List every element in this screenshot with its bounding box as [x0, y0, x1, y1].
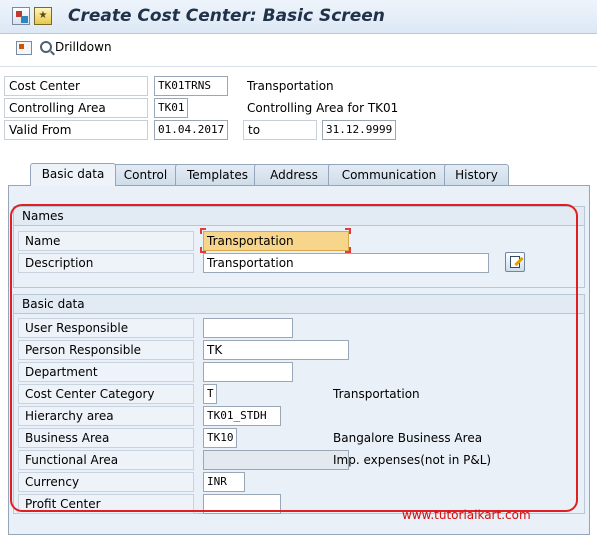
magnifier-icon: [40, 41, 52, 53]
tab-address[interactable]: Address: [254, 164, 334, 185]
tab-communication[interactable]: Communication: [328, 164, 450, 185]
name-label: Name: [18, 231, 194, 251]
currency-input[interactable]: INR: [203, 472, 245, 492]
sap-app-icon[interactable]: [12, 7, 30, 25]
edit-description-icon[interactable]: [505, 252, 525, 272]
other-object-icon[interactable]: [16, 41, 32, 55]
cost-center-category-description: Transportation: [333, 387, 420, 401]
favorites-icon[interactable]: ★: [34, 7, 52, 25]
valid-to-field[interactable]: 31.12.9999: [322, 120, 396, 140]
drilldown-label: Drilldown: [55, 40, 112, 54]
business-area-description: Bangalore Business Area: [333, 431, 483, 445]
tab-templates[interactable]: Templates: [175, 164, 260, 185]
basic-data-heading: Basic data: [14, 295, 584, 314]
user-responsible-input[interactable]: [203, 318, 293, 338]
business-area-input[interactable]: TK10: [203, 428, 237, 448]
title-icons: ★: [12, 7, 52, 25]
tab-control[interactable]: Control: [109, 164, 182, 185]
user-responsible-label: User Responsible: [18, 318, 194, 338]
functional-area-label: Functional Area: [18, 450, 194, 470]
focus-corner: [345, 228, 351, 234]
profit-center-label: Profit Center: [18, 494, 194, 514]
department-label: Department: [18, 362, 194, 382]
valid-from-label: Valid From: [4, 120, 148, 140]
names-heading: Names: [14, 207, 584, 226]
profit-center-input[interactable]: [203, 494, 281, 514]
focus-corner: [200, 228, 206, 234]
application-toolbar: Drilldown: [0, 36, 597, 62]
valid-from-field[interactable]: 01.04.2017: [154, 120, 228, 140]
tab-history[interactable]: History: [444, 164, 509, 185]
to-label: to: [243, 120, 317, 140]
controlling-area-field[interactable]: TK01: [154, 98, 188, 118]
names-group: Names Name Transportation Description Tr…: [13, 206, 585, 288]
hierarchy-area-input[interactable]: TK01_STDH: [203, 406, 281, 426]
functional-area-input[interactable]: [203, 450, 349, 470]
person-responsible-label: Person Responsible: [18, 340, 194, 360]
basic-data-group: Basic data User Responsible Person Respo…: [13, 294, 585, 514]
hierarchy-area-label: Hierarchy area: [18, 406, 194, 426]
page-title: Create Cost Center: Basic Screen: [68, 6, 385, 26]
controlling-area-label: Controlling Area: [4, 98, 148, 118]
business-area-label: Business Area: [18, 428, 194, 448]
watermark: www.tutorialkart.com: [402, 508, 531, 522]
person-responsible-input[interactable]: TK: [203, 340, 349, 360]
functional-area-description: Imp. expenses(not in P&L): [333, 453, 492, 467]
cost-center-category-input[interactable]: T: [203, 384, 217, 404]
toolbar-divider: [0, 66, 597, 67]
drilldown-button[interactable]: Drilldown: [40, 40, 112, 54]
description-input[interactable]: Transportation: [203, 253, 489, 273]
cost-center-description: Transportation: [247, 79, 334, 93]
currency-label: Currency: [18, 472, 194, 492]
department-input[interactable]: [203, 362, 293, 382]
description-label: Description: [18, 253, 194, 273]
cost-center-label: Cost Center: [4, 76, 148, 96]
tab-panel-basic-data: Names Name Transportation Description Tr…: [8, 185, 590, 535]
tab-basic-data[interactable]: Basic data: [30, 163, 116, 186]
cost-center-category-label: Cost Center Category: [18, 384, 194, 404]
title-bar: ★ Create Cost Center: Basic Screen: [0, 0, 597, 34]
controlling-area-description: Controlling Area for TK01: [247, 101, 399, 115]
cost-center-field[interactable]: TK01TRNS: [154, 76, 228, 96]
name-input[interactable]: Transportation: [203, 231, 349, 251]
